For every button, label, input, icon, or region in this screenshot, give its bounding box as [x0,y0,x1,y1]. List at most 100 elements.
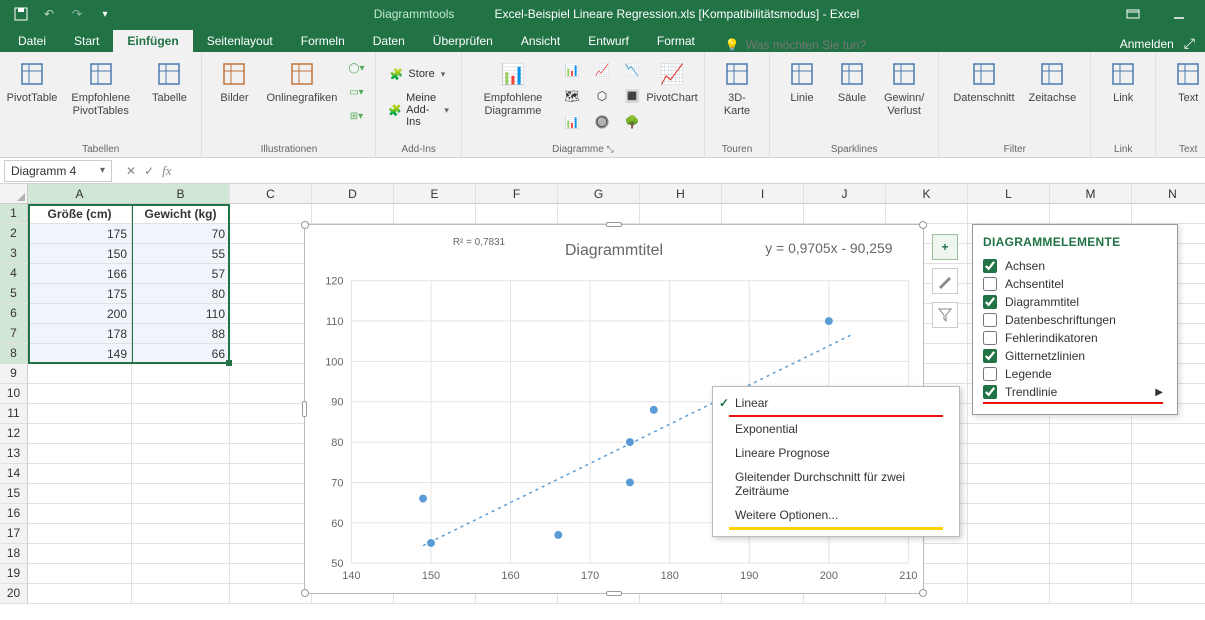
cell[interactable]: 150 [28,244,132,264]
chart-type-icon[interactable]: ⬡ [588,84,616,108]
column-header[interactable]: A [28,184,132,204]
shape-icon[interactable]: ◯▾ [345,58,367,78]
cell[interactable] [394,204,476,224]
cell[interactable] [28,564,132,584]
chart-elements-button[interactable]: + [932,234,958,260]
fx-icon[interactable]: fx [162,163,171,179]
ribbon-button[interactable]: 📊Empfohlene Diagramme [470,56,556,120]
cell[interactable] [28,364,132,384]
ribbon-button[interactable]: 📈PivotChart [648,56,696,107]
row-header[interactable]: 11 [0,404,28,424]
ribbon-button[interactable]: Gewinn/ Verlust [878,56,930,120]
shape-icon[interactable]: ⊞▾ [345,106,367,126]
tab-format[interactable]: Format [643,30,709,52]
menu-item-lineare-prognose[interactable]: Lineare Prognose [715,441,957,465]
cell[interactable]: 66 [132,344,230,364]
cell[interactable] [132,384,230,404]
cell[interactable] [968,424,1050,444]
cell[interactable] [230,444,312,464]
ribbon-button[interactable]: 🧩Store ▾ [384,64,449,84]
chart-type-icon[interactable]: 📈 [588,58,616,82]
cell[interactable]: 80 [132,284,230,304]
cell[interactable] [1132,424,1205,444]
cell[interactable] [132,444,230,464]
column-header[interactable]: H [640,184,722,204]
enter-icon[interactable]: ✓ [144,164,154,178]
tab-daten[interactable]: Daten [359,30,419,52]
ribbon-button[interactable]: 🧩Meine Add-Ins ▾ [384,90,453,130]
column-header[interactable]: N [1132,184,1205,204]
cell[interactable] [28,424,132,444]
column-header[interactable]: I [722,184,804,204]
chart-handle[interactable] [606,591,622,596]
chart-styles-button[interactable] [932,268,958,294]
cell[interactable] [230,584,312,604]
cell[interactable] [230,424,312,444]
chart-type-icon[interactable]: 📊 [558,58,586,82]
cell[interactable] [1132,504,1205,524]
row-header[interactable]: 8 [0,344,28,364]
tab-datei[interactable]: Datei [4,30,60,52]
row-header[interactable]: 13 [0,444,28,464]
panel-item-achsen[interactable]: Achsen [983,257,1163,275]
row-header[interactable]: 9 [0,364,28,384]
chart-handle[interactable] [919,589,927,597]
ribbon-button[interactable]: Tabelle [145,56,193,107]
chart-handle[interactable] [301,221,309,229]
tab-seitenlayout[interactable]: Seitenlayout [193,30,287,52]
cell[interactable] [968,504,1050,524]
row-header[interactable]: 15 [0,484,28,504]
cell[interactable] [1050,504,1132,524]
row-header[interactable]: 4 [0,264,28,284]
cell[interactable] [230,304,312,324]
cell[interactable] [230,224,312,244]
cell[interactable]: 88 [132,324,230,344]
cell[interactable] [230,324,312,344]
panel-item-diagrammtitel[interactable]: Diagrammtitel [983,293,1163,311]
cell[interactable] [230,464,312,484]
tab-start[interactable]: Start [60,30,113,52]
cell[interactable] [132,404,230,424]
cell[interactable] [968,464,1050,484]
cell[interactable] [230,384,312,404]
menu-item-exponential[interactable]: Exponential [715,417,957,441]
cell[interactable] [1050,204,1132,224]
signin-link[interactable]: Anmelden [1120,37,1174,51]
tab-entwurf[interactable]: Entwurf [574,30,643,52]
cell[interactable] [1132,444,1205,464]
chart-handle[interactable] [301,589,309,597]
panel-item-fehlerindikatoren[interactable]: Fehlerindikatoren [983,329,1163,347]
cell[interactable]: 57 [132,264,230,284]
select-all-corner[interactable] [0,184,28,204]
menu-item-linear[interactable]: Linear [715,391,957,415]
cell[interactable] [1050,524,1132,544]
checkbox[interactable] [983,277,997,291]
column-header[interactable]: J [804,184,886,204]
row-header[interactable]: 10 [0,384,28,404]
column-header[interactable]: D [312,184,394,204]
cell[interactable] [968,564,1050,584]
cell[interactable] [230,244,312,264]
tab-ansicht[interactable]: Ansicht [507,30,574,52]
cell[interactable] [230,524,312,544]
cell[interactable] [1050,544,1132,564]
column-header[interactable]: K [886,184,968,204]
checkbox[interactable] [983,259,997,273]
formula-input[interactable] [182,164,1205,178]
cell[interactable] [132,524,230,544]
cell[interactable] [230,404,312,424]
row-header[interactable]: 2 [0,224,28,244]
ribbon-display-icon[interactable] [1115,3,1151,25]
cell[interactable] [28,464,132,484]
cell[interactable] [1132,524,1205,544]
tellme-input[interactable] [746,38,946,52]
cell[interactable] [132,544,230,564]
ribbon-button[interactable]: Säule [828,56,876,107]
cell[interactable] [230,484,312,504]
row-header[interactable]: 6 [0,304,28,324]
ribbon-button[interactable]: Empfohlene PivotTables [58,56,143,120]
cell[interactable] [1050,444,1132,464]
column-header[interactable]: M [1050,184,1132,204]
chart-type-icon[interactable]: 📉 [618,58,646,82]
cell[interactable] [1050,464,1132,484]
